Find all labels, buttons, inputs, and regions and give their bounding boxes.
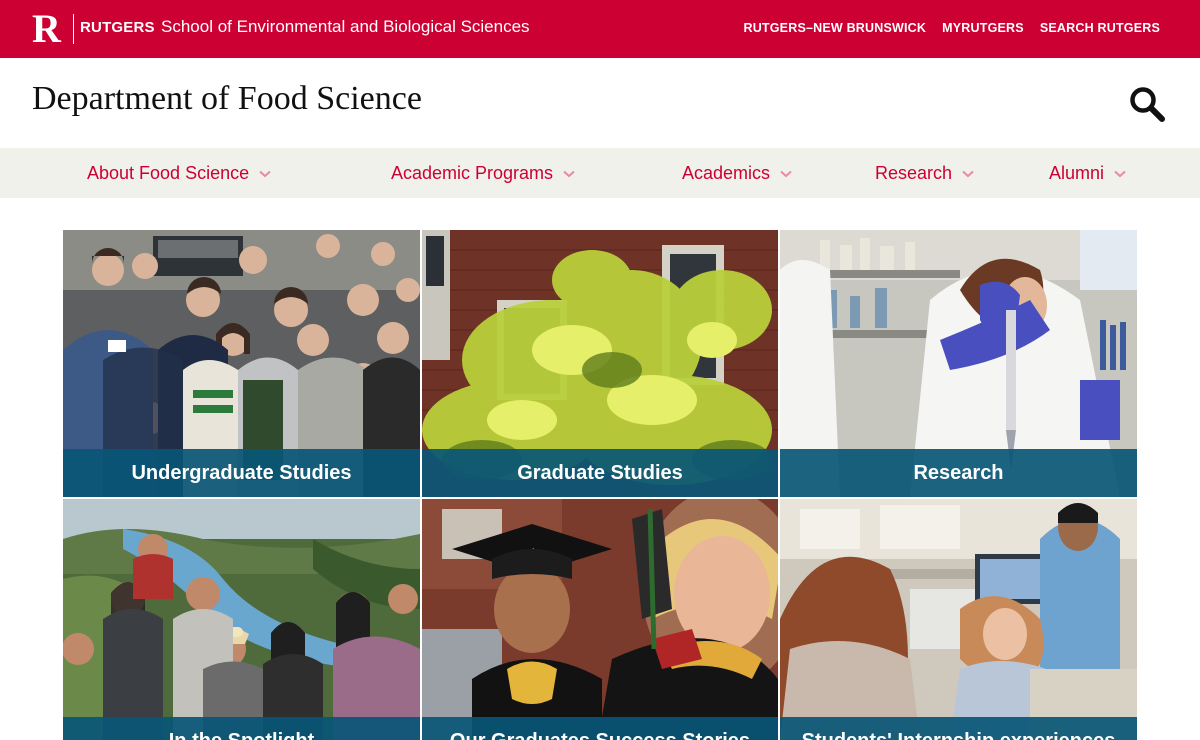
nav-label: Research xyxy=(875,163,953,183)
school-name-link[interactable]: School of Environmental and Biological S… xyxy=(161,17,530,37)
logo-divider xyxy=(73,14,74,44)
nav-item-academic-programs[interactable]: Academic Programs xyxy=(391,163,575,184)
tile-research[interactable]: Research xyxy=(780,230,1137,497)
search-button[interactable] xyxy=(1128,85,1166,123)
graduates-photo xyxy=(422,499,778,740)
chevron-down-icon xyxy=(563,170,575,177)
rutgers-logo-r[interactable]: R xyxy=(32,9,70,49)
tile-caption: Research xyxy=(780,449,1137,497)
lab-students-photo xyxy=(780,499,1137,740)
tile-caption: Our Graduates Success Stories xyxy=(422,717,778,740)
rutgers-wordmark[interactable]: RUTGERS xyxy=(80,19,155,36)
tile-undergraduate-studies[interactable]: Undergraduate Studies xyxy=(63,230,420,497)
tile-in-the-spotlight[interactable]: In the Spotlight xyxy=(63,499,420,740)
utility-link-search-rutgers[interactable]: SEARCH RUTGERS xyxy=(1040,21,1160,35)
utility-nav: RUTGERS–NEW BRUNSWICK MYRUTGERS SEARCH R… xyxy=(743,21,1160,35)
nav-item-research[interactable]: Research xyxy=(875,163,974,184)
tile-internship-experiences[interactable]: Students' Internship experiences xyxy=(780,499,1137,740)
nav-label: Alumni xyxy=(1049,163,1105,183)
tile-caption: Students' Internship experiences xyxy=(780,717,1137,740)
nav-item-academics[interactable]: Academics xyxy=(682,163,792,184)
search-icon xyxy=(1130,87,1165,122)
tile-caption: Graduate Studies xyxy=(422,449,778,497)
tile-caption: Undergraduate Studies xyxy=(63,449,420,497)
tile-caption: In the Spotlight xyxy=(63,717,420,740)
nav-label: Academic Programs xyxy=(391,163,554,183)
page-title[interactable]: Department of Food Science xyxy=(32,80,422,118)
utility-link-myrutgers[interactable]: MYRUTGERS xyxy=(942,21,1024,35)
chevron-down-icon xyxy=(259,170,271,177)
main-nav: About Food Science Academic Programs Aca… xyxy=(0,148,1200,198)
nav-label: About Food Science xyxy=(87,163,250,183)
nav-label: Academics xyxy=(682,163,771,183)
utility-link-new-brunswick[interactable]: RUTGERS–NEW BRUNSWICK xyxy=(743,21,926,35)
tile-graduates-success-stories[interactable]: Our Graduates Success Stories xyxy=(422,499,778,740)
chevron-down-icon xyxy=(780,170,792,177)
nav-item-about-food-science[interactable]: About Food Science xyxy=(87,163,271,184)
nav-item-alumni[interactable]: Alumni xyxy=(1049,163,1126,184)
tile-graduate-studies[interactable]: Graduate Studies xyxy=(422,230,778,497)
top-bar: R RUTGERS School of Environmental and Bi… xyxy=(0,0,1200,58)
chevron-down-icon xyxy=(1114,170,1126,177)
chevron-down-icon xyxy=(962,170,974,177)
department-header: Department of Food Science xyxy=(0,58,1200,148)
students-river-photo xyxy=(63,499,420,740)
